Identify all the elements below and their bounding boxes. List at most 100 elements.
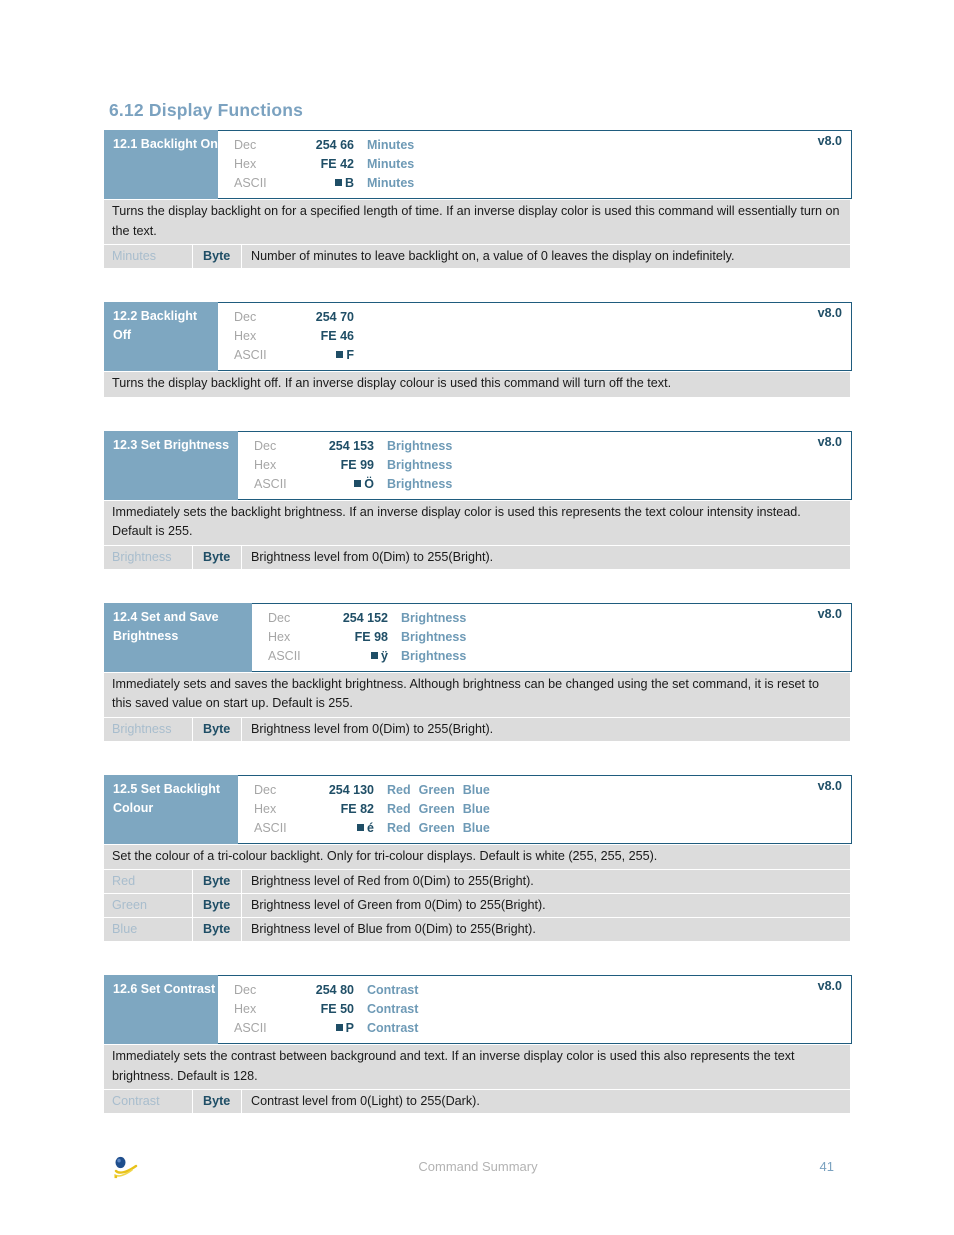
command-version-badge: v8.0	[817, 606, 842, 621]
parameter-description: Brightness level of Blue from 0(Dim) to …	[242, 918, 850, 941]
command-title: 12.2 Backlight Off	[104, 302, 218, 371]
syntax-row-hex: Hex FE 98 Brightness	[252, 628, 851, 647]
page-footer: Command Summary 41	[104, 1150, 852, 1190]
syntax-kind-label: Dec	[254, 438, 277, 453]
syntax-value: 254 70	[315, 310, 354, 324]
command-syntax: Dec 254 66 Minutes Hex FE 42 Minutes ASCII B Min…	[218, 131, 851, 198]
command-version-badge: v8.0	[817, 306, 842, 320]
syntax-row-dec: Dec 254 130 Red Green Blue	[238, 781, 851, 800]
parameter-row: Red Byte Brightness level of Red from 0(Di…	[104, 870, 850, 893]
syntax-kind-label: Hex	[234, 157, 257, 171]
syntax-arguments: Brightness	[388, 628, 851, 647]
syntax-argument: Minutes	[367, 176, 415, 190]
syntax-argument: Green	[418, 801, 455, 816]
parameter-type: Byte	[193, 918, 241, 941]
syntax-arguments: Contrast	[354, 1019, 851, 1038]
syntax-value-text: Ö	[364, 476, 374, 491]
command-title: 12.5 Set Backlight Colour	[104, 774, 238, 844]
syntax-value: FE 42	[320, 157, 354, 171]
syntax-row-hex: Hex FE 42 Minutes	[218, 155, 851, 174]
syntax-kind-label: ASCII	[234, 1021, 267, 1035]
syntax-arguments: Red Green Blue	[374, 800, 851, 819]
command-version-badge: v8.0	[817, 979, 842, 993]
parameter-type: Byte	[193, 870, 241, 893]
syntax-row-ascii: ASCII Ö Brightness	[238, 475, 851, 494]
syntax-row-dec: Dec 254 152 Brightness	[252, 609, 851, 628]
command-syntax: Dec 254 70 Hex FE 46 ASCII F v8.0	[218, 303, 851, 370]
syntax-argument: Green	[418, 782, 455, 797]
parameter-description: Contrast level from 0(Light) to 255(Dark…	[242, 1090, 850, 1113]
command-description: Set the colour of a tri-colour backlight…	[104, 844, 850, 869]
nonprintable-char-icon	[354, 479, 362, 487]
syntax-argument: Contrast	[367, 1021, 419, 1035]
syntax-kind-label: Hex	[234, 1002, 257, 1016]
syntax-value: é	[296, 819, 374, 838]
syntax-value: 254 153	[328, 438, 374, 453]
parameter-description: Brightness level from 0(Dim) to 255(Brig…	[242, 545, 850, 569]
syntax-argument: Brightness	[387, 476, 453, 491]
syntax-value: ÿ	[310, 647, 388, 666]
syntax-value: 254 152	[342, 610, 388, 625]
syntax-kind-label: Dec	[234, 310, 257, 324]
syntax-row-ascii: ASCII é Red Green Blue	[238, 819, 851, 838]
syntax-value: 254 66	[315, 138, 354, 152]
command-version-badge: v8.0	[817, 134, 842, 148]
syntax-row-ascii: ASCII P Contrast	[218, 1019, 851, 1038]
syntax-value: FE 98	[354, 629, 388, 644]
parameter-name: Contrast	[104, 1090, 192, 1113]
syntax-kind-label: Dec	[234, 138, 257, 152]
syntax-argument: Brightness	[387, 457, 453, 472]
parameter-name: Red	[104, 870, 192, 893]
parameter-type: Byte	[193, 245, 241, 268]
command-version-badge: v8.0	[817, 778, 842, 793]
syntax-value: FE 82	[340, 801, 374, 816]
syntax-argument: Red	[387, 820, 411, 835]
syntax-argument: Minutes	[367, 157, 415, 171]
parameter-description: Brightness level from 0(Dim) to 255(Brig…	[242, 717, 850, 741]
syntax-row-ascii: ASCII B Minutes	[218, 174, 851, 193]
syntax-value-text: é	[367, 820, 374, 835]
command-block: 12.4 Set and Save Brightness Dec 254 152 Br…	[104, 602, 852, 741]
command-block: 12.1 Backlight On Dec 254 66 Minutes Hex FE 4…	[104, 130, 852, 268]
syntax-kind-label: ASCII	[268, 648, 301, 663]
syntax-row-ascii: ASCII F	[218, 346, 851, 365]
parameter-description: Number of minutes to leave backlight on,…	[242, 245, 850, 268]
syntax-kind-label: Hex	[234, 329, 257, 343]
syntax-row-hex: Hex FE 99 Brightness	[238, 456, 851, 475]
command-header: 12.2 Backlight Off Dec 254 70 Hex FE 46 ASCII…	[104, 302, 852, 371]
command-syntax: Dec 254 153 Brightness Hex FE 99 Brightness AS…	[238, 432, 851, 499]
syntax-arguments: Red Green Blue	[374, 781, 851, 800]
parameter-description: Brightness level of Red from 0(Dim) to 2…	[242, 870, 850, 893]
parameter-row: Brightness Byte Brightness level from 0(Di…	[104, 545, 850, 569]
syntax-argument: Blue	[462, 782, 490, 797]
command-block: 12.3 Set Brightness Dec 254 153 Brightness H…	[104, 430, 852, 569]
command-version-badge: v8.0	[817, 434, 842, 449]
syntax-arguments: Red Green Blue	[374, 819, 851, 838]
syntax-value: FE 99	[340, 457, 374, 472]
command-description: Immediately sets the contrast between ba…	[104, 1045, 850, 1089]
syntax-kind-label: Dec	[234, 983, 257, 997]
syntax-kind-label: ASCII	[234, 176, 267, 190]
command-block: 12.6 Set Contrast Dec 254 80 Contrast Hex FE …	[104, 975, 852, 1113]
parameter-type: Byte	[193, 717, 241, 741]
parameter-name: Green	[104, 894, 192, 917]
document-page: 6.12 Display Functions 12.1 Backlight On…	[0, 0, 954, 1235]
syntax-value: FE 46	[320, 329, 354, 343]
syntax-row-dec: Dec 254 153 Brightness	[238, 437, 851, 456]
parameter-name: Brightness	[104, 717, 192, 741]
syntax-kind-label: Hex	[268, 629, 291, 644]
parameter-row: Blue Byte Brightness level of Blue from 0(…	[104, 918, 850, 941]
parameter-type: Byte	[193, 545, 241, 569]
command-header: 12.5 Set Backlight Colour Dec 254 130 Red Gr…	[104, 774, 852, 844]
parameter-type: Byte	[193, 1090, 241, 1113]
syntax-argument: Minutes	[367, 138, 415, 152]
footer-title: Command Summary	[418, 1159, 538, 1174]
page-content: 6.12 Display Functions 12.1 Backlight On…	[104, 100, 852, 1113]
parameter-row: Green Byte Brightness level of Green from …	[104, 894, 850, 917]
syntax-argument: Brightness	[401, 629, 467, 644]
parameter-name: Blue	[104, 918, 192, 941]
syntax-value-text: F	[346, 348, 354, 362]
syntax-row-ascii: ASCII ÿ Brightness	[252, 647, 851, 666]
command-syntax: Dec 254 80 Contrast Hex FE 50 Contrast ASCII P C…	[218, 976, 851, 1043]
syntax-argument: Contrast	[367, 1002, 419, 1016]
